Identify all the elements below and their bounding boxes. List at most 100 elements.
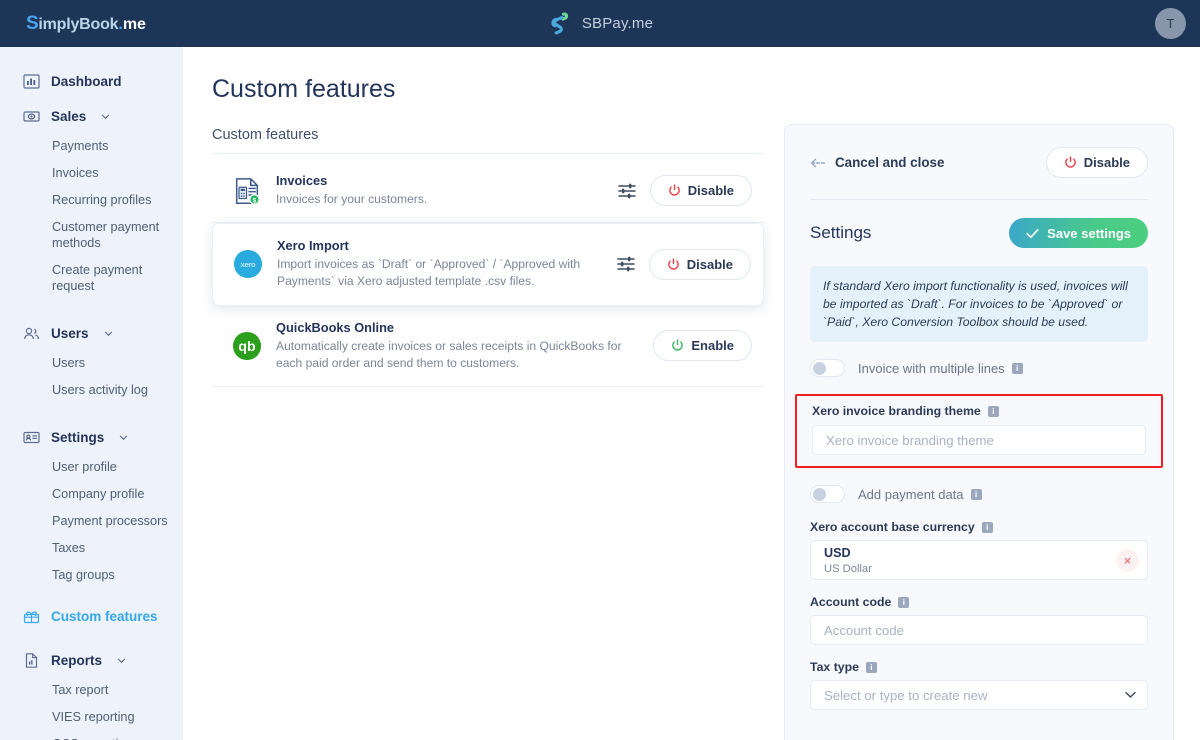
id-card-icon bbox=[23, 431, 40, 444]
account-code-label-text: Account code bbox=[810, 595, 892, 610]
feature-enable-button[interactable]: Enable bbox=[653, 330, 752, 362]
power-icon bbox=[668, 184, 680, 196]
sidebar-item-customer-payment-methods[interactable]: Customer payment methods bbox=[0, 213, 183, 256]
sidebar-item-create-payment-request[interactable]: Create payment request bbox=[0, 256, 183, 299]
chevron-down-icon[interactable] bbox=[119, 433, 128, 442]
feature-disable-button[interactable]: Disable bbox=[649, 175, 752, 207]
feature-text: QuickBooks Online Automatically create i… bbox=[276, 320, 653, 372]
info-icon[interactable]: i bbox=[987, 405, 999, 417]
feature-description: Automatically create invoices or sales r… bbox=[276, 338, 622, 370]
toggle-row-add-payment-data: Add payment data i bbox=[785, 468, 1173, 504]
panel-header: Cancel and close Disable bbox=[785, 125, 1173, 178]
info-icon[interactable]: i bbox=[970, 488, 982, 500]
account-code-label: Account code i bbox=[810, 595, 1148, 609]
feature-name: QuickBooks Online bbox=[276, 319, 395, 335]
save-settings-label: Save settings bbox=[1047, 225, 1131, 241]
sidebar-group-dashboard: Dashboard bbox=[0, 66, 183, 97]
clear-icon[interactable]: × bbox=[1116, 549, 1139, 573]
tax-type-select-wrap bbox=[810, 680, 1148, 711]
sbpay-label: SBPay.me bbox=[581, 15, 654, 32]
invoice-document-icon: $ bbox=[230, 174, 264, 208]
bar-chart-icon bbox=[23, 74, 40, 89]
feature-description: Import invoices as `Draft` or `Approved`… bbox=[277, 257, 581, 289]
chevron-down-icon[interactable] bbox=[101, 112, 110, 121]
sidebar-item-payment-processors[interactable]: Payment processors bbox=[0, 507, 183, 534]
sidebar-item-oss-reporting[interactable]: OSS reporting bbox=[0, 730, 183, 740]
settings-sliders-icon[interactable] bbox=[615, 253, 637, 275]
sidebar-item-settings[interactable]: Settings bbox=[0, 422, 183, 453]
sidebar-item-users[interactable]: Users bbox=[0, 349, 183, 376]
sbpay-logo-icon bbox=[551, 11, 568, 34]
panel-disable-label: Disable bbox=[1083, 155, 1130, 170]
base-currency-combobox[interactable]: USD US Dollar × bbox=[810, 540, 1148, 581]
toggle-knob bbox=[813, 362, 826, 376]
xero-settings-panel: Cancel and close Disable Settings Save s… bbox=[784, 124, 1174, 740]
cancel-and-close-button[interactable]: Cancel and close bbox=[810, 155, 944, 170]
xero-import-notice: If standard Xero import functionality is… bbox=[810, 266, 1148, 343]
chevron-down-icon[interactable] bbox=[117, 656, 126, 665]
sidebar-item-label: Reports bbox=[51, 653, 103, 668]
sidebar-group-sales: Sales Payments Invoices Recurring profil… bbox=[0, 101, 183, 299]
info-icon[interactable]: i bbox=[898, 596, 910, 608]
account-code-input[interactable] bbox=[810, 615, 1148, 646]
check-icon bbox=[1026, 228, 1039, 238]
base-currency-label-text: Xero account base currency bbox=[810, 520, 975, 535]
settings-sliders-icon[interactable] bbox=[616, 180, 638, 202]
sidebar-item-payments[interactable]: Payments bbox=[0, 132, 183, 159]
feature-description: Invoices for your customers. bbox=[276, 192, 428, 206]
feature-action-label: Disable bbox=[686, 256, 733, 272]
toggle-row-invoice-multiple-lines: Invoice with multiple lines i bbox=[785, 342, 1173, 378]
sidebar-group-settings: Settings User profile Company profile Pa… bbox=[0, 422, 183, 588]
add-payment-data-toggle[interactable] bbox=[810, 485, 845, 504]
section-title: Custom features bbox=[212, 127, 319, 143]
sidebar-item-taxes[interactable]: Taxes bbox=[0, 534, 183, 561]
feature-row-quickbooks-online[interactable]: qb QuickBooks Online Automatically creat… bbox=[212, 305, 764, 387]
feature-row-invoices[interactable]: $ Invoices Invoices for your customers. bbox=[212, 159, 764, 224]
sidebar-item-vies-reporting[interactable]: VIES reporting bbox=[0, 703, 183, 730]
branding-theme-input[interactable] bbox=[812, 425, 1146, 456]
panel-disable-button[interactable]: Disable bbox=[1045, 147, 1148, 178]
sidebar-item-label: Dashboard bbox=[51, 74, 122, 89]
sidebar-group-custom-features: Custom features bbox=[0, 601, 183, 632]
svg-text:qb: qb bbox=[238, 338, 255, 354]
sidebar-item-tag-groups[interactable]: Tag groups bbox=[0, 561, 183, 588]
xero-logo-icon: xero bbox=[231, 247, 265, 281]
sidebar-group-reports: Reports Tax report VIES reporting OSS re… bbox=[0, 645, 183, 740]
sidebar-item-sales[interactable]: Sales bbox=[0, 101, 183, 132]
sidebar-group-users: Users Users Users activity log bbox=[0, 318, 183, 403]
branding-theme-highlight: Xero invoice branding theme i bbox=[795, 394, 1163, 469]
svg-text:$: $ bbox=[253, 197, 257, 204]
feature-row-xero-import[interactable]: xero Xero Import Import invoices as `Dra… bbox=[212, 223, 764, 306]
chevron-down-icon[interactable] bbox=[104, 329, 113, 338]
sidebar-item-users-group[interactable]: Users bbox=[0, 318, 183, 349]
account-code-field: Account code i bbox=[785, 595, 1173, 646]
feature-disable-button[interactable]: Disable bbox=[648, 248, 751, 280]
branding-theme-label: Xero invoice branding theme i bbox=[812, 404, 1146, 418]
toggle-label: Add payment data i bbox=[858, 487, 982, 502]
invoice-multiple-lines-toggle[interactable] bbox=[810, 359, 845, 378]
sidebar-item-recurring-profiles[interactable]: Recurring profiles bbox=[0, 186, 183, 213]
base-currency-label: Xero account base currency i bbox=[810, 520, 1148, 534]
sidebar-item-custom-features[interactable]: Custom features bbox=[0, 601, 183, 632]
save-settings-button[interactable]: Save settings bbox=[1009, 218, 1148, 248]
settings-title: Settings bbox=[810, 223, 872, 242]
sidebar-item-dashboard[interactable]: Dashboard bbox=[0, 66, 183, 97]
toggle-label: Invoice with multiple lines i bbox=[858, 361, 1023, 376]
sidebar-item-user-profile[interactable]: User profile bbox=[0, 453, 183, 480]
info-icon[interactable]: i bbox=[865, 661, 877, 673]
toggle-knob bbox=[813, 488, 826, 502]
power-icon bbox=[667, 258, 679, 270]
sidebar-item-reports[interactable]: Reports bbox=[0, 645, 183, 676]
sidebar-item-invoices[interactable]: Invoices bbox=[0, 159, 183, 186]
sidebar-item-company-profile[interactable]: Company profile bbox=[0, 480, 183, 507]
info-icon[interactable]: i bbox=[981, 521, 993, 533]
avatar[interactable]: T bbox=[1155, 8, 1186, 39]
tax-type-label-text: Tax type bbox=[810, 660, 859, 675]
tax-type-select[interactable] bbox=[810, 680, 1148, 711]
info-icon[interactable]: i bbox=[1011, 362, 1023, 374]
svg-text:xero: xero bbox=[241, 260, 256, 269]
sidebar-item-tax-report[interactable]: Tax report bbox=[0, 676, 183, 703]
banknote-icon bbox=[23, 111, 40, 122]
sidebar-item-users-activity-log[interactable]: Users activity log bbox=[0, 376, 183, 403]
base-currency-code: USD bbox=[824, 546, 851, 561]
